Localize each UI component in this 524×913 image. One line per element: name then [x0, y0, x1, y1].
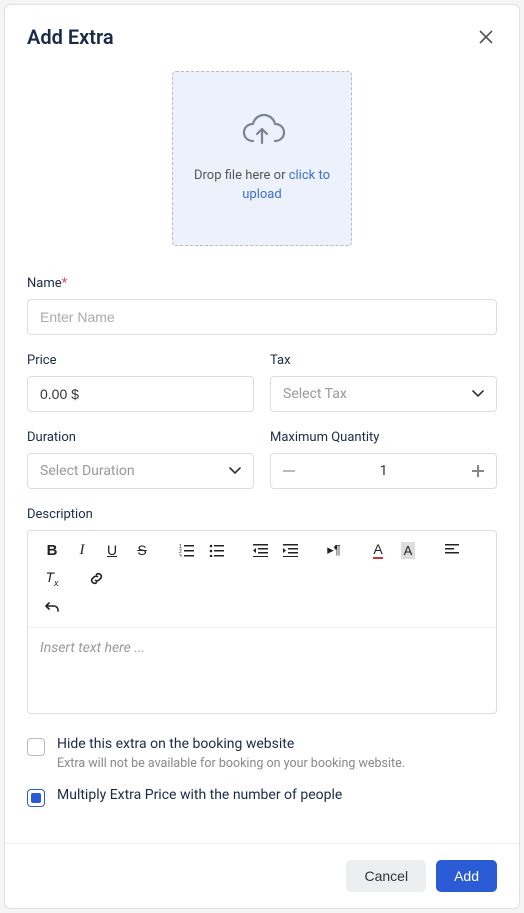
outdent-button[interactable] — [246, 537, 274, 563]
underline-button[interactable]: U — [98, 537, 126, 563]
price-field: Price — [27, 353, 254, 412]
max-qty-field: Maximum Quantity 1 — [270, 430, 497, 489]
link-button[interactable] — [82, 565, 110, 591]
description-field: Description B I U S 123 ▸¶ A — [27, 507, 497, 714]
ordered-list-button[interactable]: 123 — [172, 537, 200, 563]
upload-text: Drop file here or click to upload — [189, 167, 335, 203]
cloud-upload-icon — [239, 113, 285, 149]
chevron-down-icon — [472, 390, 484, 398]
text-color-button[interactable]: A — [364, 537, 392, 563]
duration-select[interactable]: Select Duration — [27, 453, 254, 489]
close-button[interactable] — [475, 26, 497, 48]
hide-option-row: Hide this extra on the booking website E… — [27, 736, 497, 771]
hide-checkbox[interactable] — [27, 738, 45, 756]
tax-placeholder: Select Tax — [283, 386, 347, 402]
price-input[interactable] — [27, 376, 254, 412]
chevron-down-icon — [229, 467, 241, 475]
name-field: Name* — [27, 276, 497, 335]
indent-icon — [283, 544, 298, 557]
qty-value: 1 — [307, 463, 460, 479]
modal-title: Add Extra — [27, 25, 114, 49]
quantity-stepper: 1 — [270, 453, 497, 489]
description-label: Description — [27, 507, 497, 522]
tax-select[interactable]: Select Tax — [270, 376, 497, 412]
tax-field: Tax Select Tax — [270, 353, 497, 412]
minus-icon — [283, 470, 295, 472]
close-icon — [479, 30, 493, 44]
undo-button[interactable] — [38, 595, 66, 621]
unordered-list-button[interactable] — [202, 537, 230, 563]
duration-placeholder: Select Duration — [40, 463, 135, 479]
editor-textarea[interactable]: Insert text here ... — [28, 628, 496, 713]
clear-format-button[interactable]: Tx — [38, 565, 66, 591]
multiply-checkbox[interactable] — [27, 789, 45, 807]
indent-button[interactable] — [276, 537, 304, 563]
name-label: Name* — [27, 276, 497, 291]
modal-footer: Cancel Add — [5, 843, 519, 908]
hide-sublabel: Extra will not be available for booking … — [57, 756, 405, 771]
upload-dropzone[interactable]: Drop file here or click to upload — [172, 71, 352, 246]
outdent-icon — [253, 544, 268, 557]
highlight-button[interactable]: A — [394, 537, 422, 563]
multiply-label: Multiply Extra Price with the number of … — [57, 787, 342, 803]
link-icon — [89, 571, 104, 586]
name-input[interactable] — [27, 299, 497, 335]
ordered-list-icon: 123 — [179, 544, 194, 557]
align-button[interactable] — [438, 537, 466, 563]
duration-field: Duration Select Duration — [27, 430, 254, 489]
unordered-list-icon — [209, 544, 224, 557]
cancel-button[interactable]: Cancel — [346, 860, 426, 892]
bold-button[interactable]: B — [38, 537, 66, 563]
qty-increment-button[interactable] — [460, 454, 496, 488]
price-label: Price — [27, 353, 254, 368]
modal-header: Add Extra — [27, 25, 497, 49]
multiply-option-row: Multiply Extra Price with the number of … — [27, 787, 497, 807]
svg-text:3: 3 — [179, 554, 182, 557]
rich-text-editor: B I U S 123 ▸¶ A A — [27, 530, 497, 714]
editor-toolbar: B I U S 123 ▸¶ A A — [28, 531, 496, 628]
italic-button[interactable]: I — [68, 537, 96, 563]
tax-label: Tax — [270, 353, 497, 368]
qty-decrement-button[interactable] — [271, 454, 307, 488]
undo-icon — [45, 601, 60, 615]
hide-label: Hide this extra on the booking website — [57, 736, 405, 752]
strikethrough-button[interactable]: S — [128, 537, 156, 563]
plus-icon — [472, 465, 484, 477]
align-icon — [445, 544, 459, 556]
duration-label: Duration — [27, 430, 254, 445]
add-extra-modal: Add Extra Drop file here or click to upl… — [4, 4, 520, 909]
paragraph-button[interactable]: ▸¶ — [320, 537, 348, 563]
max-qty-label: Maximum Quantity — [270, 430, 497, 445]
upload-text-prefix: Drop file here or — [194, 168, 289, 183]
add-button[interactable]: Add — [436, 860, 497, 892]
